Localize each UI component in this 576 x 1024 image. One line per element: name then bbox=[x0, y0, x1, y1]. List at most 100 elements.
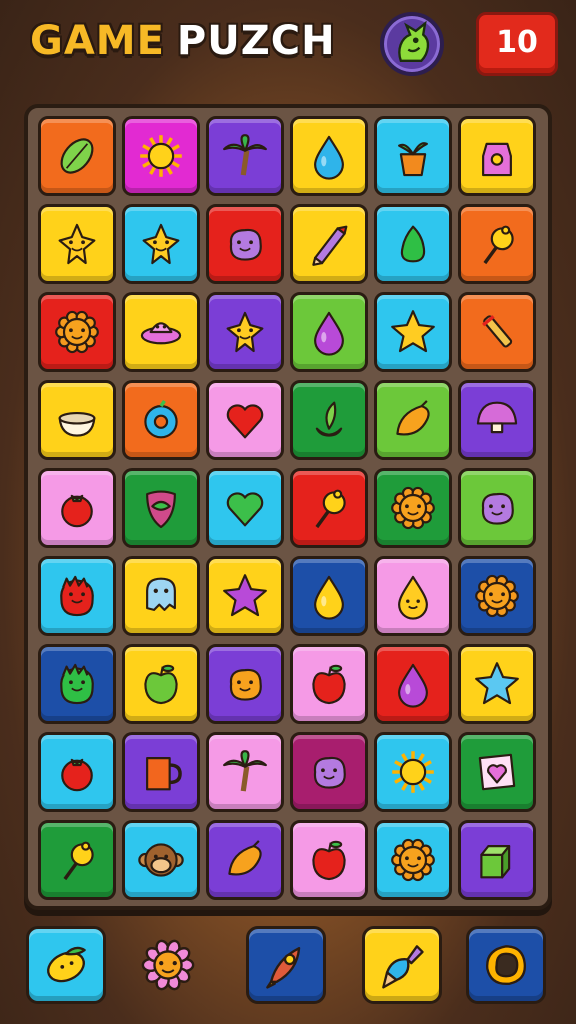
tile-r1-c1[interactable] bbox=[38, 116, 116, 196]
shape-powerup[interactable] bbox=[466, 926, 546, 1004]
star-icon bbox=[223, 574, 267, 617]
monster-icon bbox=[60, 575, 94, 617]
tile-r2-c6[interactable] bbox=[458, 204, 536, 284]
tile-r6-c3[interactable] bbox=[206, 556, 284, 636]
bowl-icon bbox=[58, 411, 96, 437]
mango-icon bbox=[228, 840, 262, 876]
heart-card-icon bbox=[478, 753, 516, 791]
tile-r8-c2[interactable] bbox=[122, 732, 200, 812]
drop-face-icon bbox=[398, 575, 428, 620]
tile-r8-c5[interactable] bbox=[374, 732, 452, 812]
blob-icon bbox=[313, 756, 346, 789]
blob-icon bbox=[229, 228, 262, 261]
tile-r4-c4[interactable] bbox=[290, 380, 368, 460]
candy-icon bbox=[482, 315, 513, 348]
tile-r9-c4[interactable] bbox=[290, 820, 368, 900]
heart-icon bbox=[226, 492, 264, 527]
tile-r5-c6[interactable] bbox=[458, 468, 536, 548]
lemon-powerup[interactable] bbox=[26, 926, 106, 1004]
tile-r7-c5[interactable] bbox=[374, 644, 452, 724]
star-face-icon bbox=[142, 223, 180, 265]
tile-r1-c2[interactable] bbox=[122, 116, 200, 196]
tile-r9-c1[interactable] bbox=[38, 820, 116, 900]
tile-r6-c2[interactable] bbox=[122, 556, 200, 636]
tile-grid bbox=[38, 116, 536, 900]
drop-icon bbox=[314, 575, 344, 620]
tile-r5-c2[interactable] bbox=[122, 468, 200, 548]
tile-r3-c4[interactable] bbox=[290, 292, 368, 372]
tile-r2-c5[interactable] bbox=[374, 204, 452, 284]
header-bar: GAME PUZCH 10 bbox=[0, 0, 576, 96]
tile-r4-c3[interactable] bbox=[206, 380, 284, 460]
monkey-icon bbox=[138, 843, 184, 877]
tile-r9-c3[interactable] bbox=[206, 820, 284, 900]
tile-r6-c5[interactable] bbox=[374, 556, 452, 636]
blob-icon bbox=[481, 492, 514, 525]
tile-r1-c4[interactable] bbox=[290, 116, 368, 196]
tile-r9-c6[interactable] bbox=[458, 820, 536, 900]
lollipop-icon bbox=[63, 841, 94, 881]
tile-r4-c2[interactable] bbox=[122, 380, 200, 460]
sun-icon bbox=[140, 135, 182, 177]
tile-r1-c3[interactable] bbox=[206, 116, 284, 196]
tile-r7-c2[interactable] bbox=[122, 644, 200, 724]
drop-icon bbox=[398, 663, 428, 708]
tile-r8-c3[interactable] bbox=[206, 732, 284, 812]
mango-icon bbox=[396, 400, 430, 436]
tile-r5-c1[interactable] bbox=[38, 468, 116, 548]
tomato-icon bbox=[61, 494, 93, 528]
star-icon bbox=[391, 310, 435, 353]
lollipop-icon bbox=[483, 225, 514, 265]
sun-face-icon bbox=[55, 310, 99, 354]
tile-r8-c6[interactable] bbox=[458, 732, 536, 812]
apple-icon bbox=[312, 840, 346, 881]
tile-r7-c4[interactable] bbox=[290, 644, 368, 724]
tile-r8-c1[interactable] bbox=[38, 732, 116, 812]
flower-icon bbox=[141, 939, 195, 991]
flower-decor bbox=[128, 926, 208, 1004]
tile-r2-c3[interactable] bbox=[206, 204, 284, 284]
rocket-powerup[interactable] bbox=[246, 926, 326, 1004]
tile-r4-c6[interactable] bbox=[458, 380, 536, 460]
tile-r7-c6[interactable] bbox=[458, 644, 536, 724]
leaf-icon bbox=[60, 138, 94, 174]
tile-r3-c3[interactable] bbox=[206, 292, 284, 372]
score-counter: 10 bbox=[476, 12, 558, 76]
tile-r2-c2[interactable] bbox=[122, 204, 200, 284]
tile-r4-c5[interactable] bbox=[374, 380, 452, 460]
sun-face-icon bbox=[391, 486, 435, 530]
tile-r3-c6[interactable] bbox=[458, 292, 536, 372]
tile-r7-c3[interactable] bbox=[206, 644, 284, 724]
palm-tree-icon bbox=[223, 750, 267, 792]
pencil-icon bbox=[312, 225, 348, 266]
shield-icon bbox=[146, 490, 176, 529]
tile-r3-c5[interactable] bbox=[374, 292, 452, 372]
tile-r7-c1[interactable] bbox=[38, 644, 116, 724]
brush-powerup[interactable] bbox=[362, 926, 442, 1004]
tile-r6-c4[interactable] bbox=[290, 556, 368, 636]
dragon-icon[interactable] bbox=[380, 12, 444, 76]
tile-r5-c4[interactable] bbox=[290, 468, 368, 548]
apple-icon bbox=[144, 664, 178, 705]
tile-r1-c6[interactable] bbox=[458, 116, 536, 196]
tile-r3-c1[interactable] bbox=[38, 292, 116, 372]
tile-r5-c3[interactable] bbox=[206, 468, 284, 548]
tile-r4-c1[interactable] bbox=[38, 380, 116, 460]
palm-tree-icon bbox=[223, 134, 267, 176]
title-word-game: GAME bbox=[30, 18, 165, 64]
powerup-bar bbox=[0, 920, 576, 1020]
tile-r9-c5[interactable] bbox=[374, 820, 452, 900]
tile-r2-c1[interactable] bbox=[38, 204, 116, 284]
ring-icon bbox=[486, 945, 527, 986]
tile-r8-c4[interactable] bbox=[290, 732, 368, 812]
sprout-icon bbox=[315, 401, 343, 437]
tile-r2-c4[interactable] bbox=[290, 204, 368, 284]
drop-icon bbox=[314, 311, 344, 356]
tile-r6-c1[interactable] bbox=[38, 556, 116, 636]
tile-r6-c6[interactable] bbox=[458, 556, 536, 636]
tile-r3-c2[interactable] bbox=[122, 292, 200, 372]
tile-r1-c5[interactable] bbox=[374, 116, 452, 196]
tile-r5-c5[interactable] bbox=[374, 468, 452, 548]
tile-r9-c2[interactable] bbox=[122, 820, 200, 900]
blob-icon bbox=[229, 668, 262, 701]
